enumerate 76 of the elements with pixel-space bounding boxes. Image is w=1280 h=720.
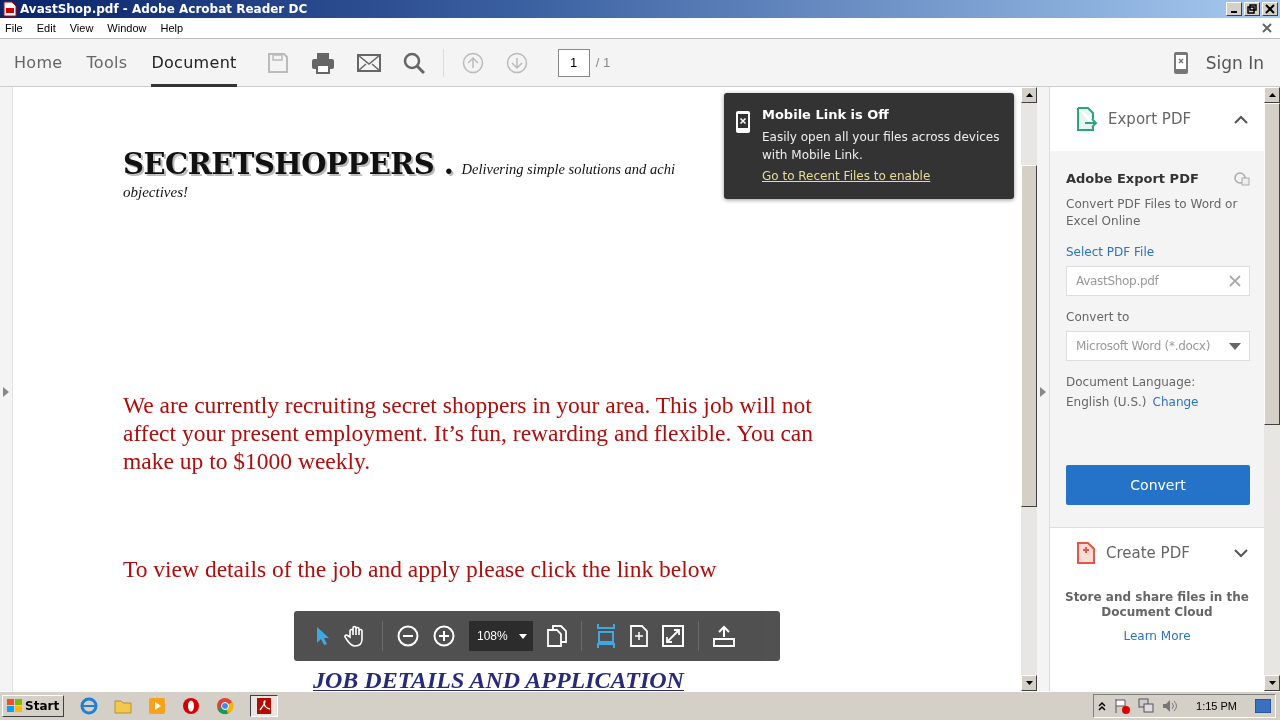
convert-button[interactable]: Convert: [1066, 465, 1250, 505]
scroll-up-icon[interactable]: [1025, 93, 1033, 97]
speaker-icon[interactable]: [1162, 698, 1179, 714]
mail-icon[interactable]: [356, 53, 381, 72]
section-title[interactable]: Create PDF: [1106, 544, 1224, 562]
menu-item[interactable]: Edit: [36, 22, 56, 34]
menu-item[interactable]: Help: [160, 22, 184, 34]
close-icon[interactable]: [1262, 23, 1272, 33]
flag-icon[interactable]: [1114, 698, 1131, 714]
minimize-button[interactable]: [1226, 2, 1242, 16]
panel-heading: Adobe Export PDF: [1066, 171, 1199, 186]
menu-item[interactable]: View: [69, 22, 94, 34]
language-value: English (U.S.): [1066, 395, 1147, 409]
zoom-dropdown[interactable]: 108%: [469, 621, 533, 651]
description: Convert PDF Files to Word or Excel Online: [1066, 196, 1239, 230]
print-icon[interactable]: [310, 51, 335, 74]
select-file-link[interactable]: Select PDF File: [1066, 245, 1250, 259]
window-title: AvastShop.pdf - Adobe Acrobat Reader DC: [20, 2, 308, 16]
fit-width-icon[interactable]: [596, 624, 616, 648]
restore-button[interactable]: [1244, 2, 1260, 16]
job-link[interactable]: JOB DETAILS AND APPLICATION: [313, 667, 684, 691]
phone-icon[interactable]: [1173, 51, 1188, 74]
sign-in-button[interactable]: Sign In: [1205, 52, 1264, 73]
start-button[interactable]: Start: [2, 695, 65, 717]
collapse-arrow-icon[interactable]: [1040, 387, 1046, 397]
pointer-icon[interactable]: [316, 626, 330, 646]
chevron-icon[interactable]: [1234, 548, 1248, 558]
zoom-out-icon[interactable]: [397, 625, 419, 647]
scroll-down-icon[interactable]: [1025, 681, 1033, 685]
scrollbar[interactable]: [1021, 87, 1037, 691]
dropdown-arrow-icon[interactable]: [519, 633, 527, 639]
paragraph: To view details of the job and apply please click the link below: [123, 555, 718, 583]
export-pdf-icon: [1076, 107, 1098, 131]
recent-files-link[interactable]: Go to Recent Files to enable: [762, 169, 1002, 183]
nav-tab[interactable]: Home: [14, 38, 63, 87]
field-label: Document Language:: [1066, 375, 1197, 389]
zoom-in-icon[interactable]: [433, 625, 455, 647]
popup-message: Easily open all your files across devices with Mobile Link.: [762, 129, 1001, 164]
page-total: / 1: [595, 55, 611, 70]
change-link[interactable]: Change: [1152, 395, 1199, 409]
scrollbar[interactable]: [1264, 87, 1280, 691]
menu-item[interactable]: Window: [107, 22, 147, 34]
paragraph: We are currently recruiting secret shoppers in your area. This job will not affect your present employment. It’s fun, rewarding and flexible. You can make up to $1000 weekly.: [123, 391, 814, 475]
brand-title: SECRETSHOPPERS .: [123, 147, 454, 181]
close-button[interactable]: [1262, 2, 1278, 16]
opera-icon[interactable]: [182, 697, 201, 715]
search-icon[interactable]: [402, 51, 425, 74]
nav-tab[interactable]: Tools: [86, 38, 128, 87]
taskbar-app-button[interactable]: [250, 695, 279, 717]
section-title[interactable]: Export PDF: [1108, 110, 1224, 128]
phone-icon: [736, 111, 750, 133]
field-label: Convert to: [1066, 310, 1131, 324]
pages-icon[interactable]: [547, 625, 567, 647]
tagline: Delivering simple solutions and achi: [461, 161, 675, 178]
network-icon[interactable]: [1138, 698, 1155, 714]
browser-icon[interactable]: [80, 697, 99, 715]
tagline: objectives!: [123, 184, 189, 201]
cloud-message: Store and share files in the Document Cloud: [1064, 590, 1250, 620]
page-number-field[interactable]: 1: [557, 48, 590, 77]
scroll-up-icon[interactable]: [1268, 93, 1276, 97]
chevron-up-icon[interactable]: [1098, 701, 1107, 711]
create-pdf-icon: [1076, 542, 1096, 564]
menu-item[interactable]: File: [5, 22, 23, 34]
popup-title: Mobile Link is Off: [762, 107, 890, 122]
windows-logo-icon: [7, 699, 23, 713]
fit-page-icon[interactable]: [630, 625, 648, 647]
expand-arrow-icon[interactable]: [3, 387, 9, 397]
acrobat-icon: [257, 698, 272, 714]
learn-more-link[interactable]: Learn More: [1058, 629, 1256, 643]
scroll-down-icon[interactable]: [1268, 681, 1276, 685]
upload-icon[interactable]: [713, 625, 735, 647]
minimize-icon: [1231, 11, 1237, 13]
full-screen-icon[interactable]: [662, 625, 684, 647]
chevron-icon[interactable]: [1234, 114, 1248, 124]
chrome-icon[interactable]: [216, 697, 235, 715]
clock: 1:15 PM: [1196, 700, 1237, 712]
